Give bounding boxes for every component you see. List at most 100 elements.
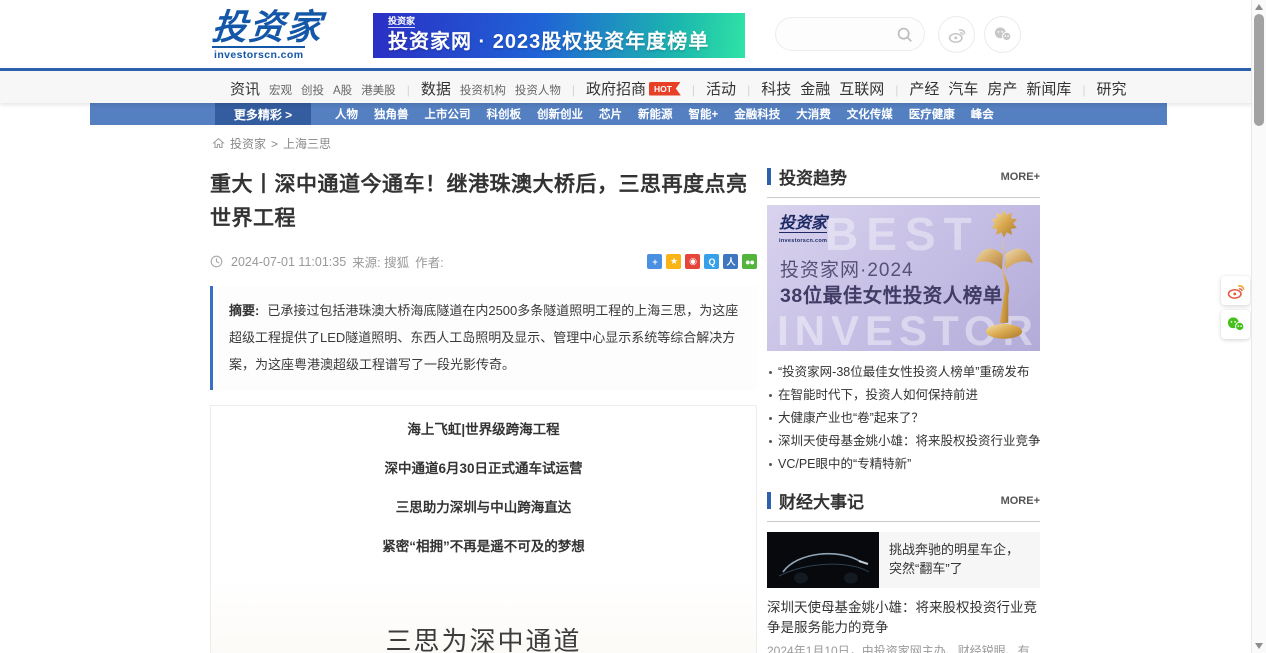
article-title: 重大丨深中通道今通车！继港珠澳大桥后，三思再度点亮世界工程 — [210, 168, 757, 236]
article-author: 作者: — [415, 252, 443, 271]
trend-more-link[interactable]: MORE+ — [1001, 171, 1040, 183]
trend-list-item[interactable]: 在智能时代下，投资人如何保持前进 — [767, 384, 1040, 407]
main-nav-item[interactable]: 港美股 — [361, 82, 396, 98]
floating-wechat-icon[interactable] — [1221, 310, 1250, 339]
hero-image-caption-1: 三思为深中通道 — [211, 624, 756, 653]
site-logo-domain: investorscn.com — [212, 46, 305, 61]
main-nav-item[interactable]: 投资人物 — [515, 82, 561, 98]
sub-nav-item[interactable]: 独角兽 — [374, 106, 409, 122]
finance-section-header: 财经大事记 MORE+ — [767, 488, 1040, 522]
car-image — [767, 532, 879, 588]
main-nav-item[interactable]: 宏观 — [269, 82, 292, 98]
main-nav-item[interactable]: | — [570, 83, 577, 97]
share-qq-icon[interactable]: Q — [704, 254, 719, 269]
main-nav-item[interactable]: | — [745, 83, 752, 97]
site-logo[interactable]: 投资家 investorscn.com — [212, 9, 323, 61]
article-body: 海上飞虹|世界级跨海工程深中通道6月30日正式通车试运营三思助力深圳与中山跨海直… — [210, 405, 757, 653]
sidebar: 投资趋势 MORE+ BEST INVESTOR 投资家 investorscn… — [767, 160, 1040, 653]
main-nav-item[interactable]: | — [893, 83, 900, 97]
main-nav-item[interactable]: 活动 — [706, 78, 736, 99]
trophy-icon — [972, 207, 1036, 347]
sidebar-article-list: 深圳天使母基金姚小雄：将来股权投资行业竞争是服务能力的竞争 2024年1月10日… — [767, 588, 1040, 653]
scroll-up-arrow[interactable] — [1255, 4, 1263, 10]
abstract-label: 摘要: — [229, 303, 259, 318]
article-column: 重大丨深中通道今通车！继港珠澳大桥后，三思再度点亮世界工程 2024-07-01… — [210, 160, 757, 653]
banner-line1: 投资家网·2024 — [780, 255, 914, 282]
more-highlights-link[interactable]: 更多精彩 > — [215, 103, 311, 125]
scrollbar-thumb[interactable] — [1254, 14, 1264, 126]
award-banner-link[interactable]: 投资家 投资家网 · 2023股权投资年度榜单 — [373, 13, 745, 58]
share-renren-icon[interactable]: 人 — [723, 254, 738, 269]
main-nav-item[interactable]: | — [1080, 83, 1087, 97]
trend-list-item[interactable]: “投资家网-38位最佳女性投资人榜单”重磅发布 — [767, 361, 1040, 384]
main-nav-item[interactable]: | — [690, 83, 697, 97]
featured-article[interactable]: 挑战奔驰的明星车企，突然“翻车”了 — [767, 532, 1040, 588]
sub-nav-item[interactable]: 芯片 — [599, 106, 622, 122]
banner-watermark-top: BEST — [825, 207, 980, 261]
finance-section-title: 财经大事记 — [779, 488, 864, 513]
share-qzone-icon[interactable]: ★ — [666, 254, 681, 269]
sub-nav-item[interactable]: 新能源 — [638, 106, 673, 122]
main-nav-item[interactable]: 投资机构 — [460, 82, 506, 98]
share-wechat-icon[interactable]: ●● — [742, 254, 757, 269]
search-icon[interactable] — [896, 26, 913, 43]
breadcrumb-current: 上海三思 — [283, 135, 331, 152]
finance-more-link[interactable]: MORE+ — [1001, 495, 1040, 507]
sub-nav-item[interactable]: 智能+ — [689, 106, 719, 122]
trend-section-header: 投资趋势 MORE+ — [767, 164, 1040, 198]
share-expand-icon[interactable]: + — [647, 254, 662, 269]
sub-nav-item[interactable]: 金融科技 — [734, 106, 780, 122]
sub-nav-item[interactable]: 上市公司 — [425, 106, 471, 122]
breadcrumb-home[interactable]: 投资家 — [230, 135, 266, 152]
main-nav-item[interactable]: 汽车 — [948, 78, 978, 99]
sub-nav-item[interactable]: 医疗健康 — [909, 106, 955, 122]
scrollbar[interactable] — [1251, 0, 1266, 653]
sub-nav-item[interactable]: 创新创业 — [537, 106, 583, 122]
sidebar-article[interactable]: 深圳天使母基金姚小雄：将来股权投资行业竞争是服务能力的竞争 2024年1月10日… — [767, 588, 1040, 653]
sub-nav-item[interactable]: 文化传媒 — [847, 106, 893, 122]
wechat-icon[interactable] — [984, 16, 1021, 53]
trend-list-item[interactable]: 深圳天使母基金姚小雄：将来股权投资行业竞争是服务能力的... — [767, 430, 1040, 453]
floating-weibo-icon[interactable] — [1221, 276, 1250, 305]
trend-list-item[interactable]: 大健康产业也“卷”起来了？ — [767, 407, 1040, 430]
search-box[interactable] — [775, 17, 925, 51]
main-nav-item[interactable]: 新闻库 — [1026, 78, 1071, 99]
share-weibo-icon[interactable]: ◉ — [685, 254, 700, 269]
article-paragraph: 深中通道6月30日正式通车试运营 — [211, 461, 756, 476]
main-nav-item[interactable]: 金融 — [800, 78, 830, 99]
article-date: 2024-07-01 11:01:35 — [231, 255, 346, 269]
banner-title: 投资家网 · 2023股权投资年度榜单 — [388, 28, 745, 56]
main-nav-item[interactable]: A股 — [333, 82, 352, 98]
sidebar-award-banner[interactable]: BEST INVESTOR 投资家 investorscn.com 投资家网·2… — [767, 205, 1040, 351]
featured-title: 挑战奔驰的明星车企，突然“翻车”了 — [879, 532, 1040, 588]
trend-list-item[interactable]: VC/PE眼中的“专精特新” — [767, 453, 1040, 476]
home-icon[interactable] — [212, 137, 225, 150]
weibo-icon[interactable] — [938, 16, 975, 53]
main-nav-item[interactable]: 政府招商 HOT — [586, 78, 681, 99]
sub-nav-item[interactable]: 科创板 — [487, 106, 522, 122]
main-nav-item[interactable]: 数据 — [421, 78, 451, 99]
scroll-down-arrow[interactable] — [1255, 643, 1263, 649]
main-nav-item[interactable]: 创投 — [301, 82, 324, 98]
main-nav-item[interactable]: 资讯 — [230, 78, 260, 99]
banner-mini-logo: 投资家 — [388, 16, 415, 28]
page: 投资家 investorscn.com 投资家 投资家网 · 2023股权投资年… — [0, 0, 1266, 653]
clock-icon — [210, 255, 223, 268]
sub-nav-item[interactable]: 人物 — [335, 106, 358, 122]
main-nav-item[interactable]: 房产 — [987, 78, 1017, 99]
sub-nav-item[interactable]: 峰会 — [971, 106, 994, 122]
main-nav-item[interactable]: 研究 — [1097, 78, 1127, 99]
main-nav: 资讯 宏观 创投 A股 港美股 — [0, 71, 1266, 103]
breadcrumb-separator: > — [271, 137, 278, 151]
main-nav-item[interactable]: 科技 — [761, 78, 791, 99]
main-nav-item[interactable]: 产经 — [909, 78, 939, 99]
site-logo-text: 投资家 — [210, 9, 324, 46]
sub-nav-item[interactable]: 大消费 — [796, 106, 831, 122]
article-paragraph: 海上飞虹|世界级跨海工程 — [211, 422, 756, 437]
featured-thumbnail — [767, 532, 879, 588]
site-header: 投资家 investorscn.com 投资家 投资家网 · 2023股权投资年… — [0, 0, 1266, 68]
main-nav-item[interactable]: 互联网 — [839, 78, 884, 99]
article-meta: 2024-07-01 11:01:35 来源: 搜狐 作者: +★◉Q人●● — [210, 252, 757, 271]
main-nav-item[interactable]: | — [405, 83, 412, 97]
article-paragraph: 三思助力深圳与中山跨海直达 — [211, 500, 756, 515]
